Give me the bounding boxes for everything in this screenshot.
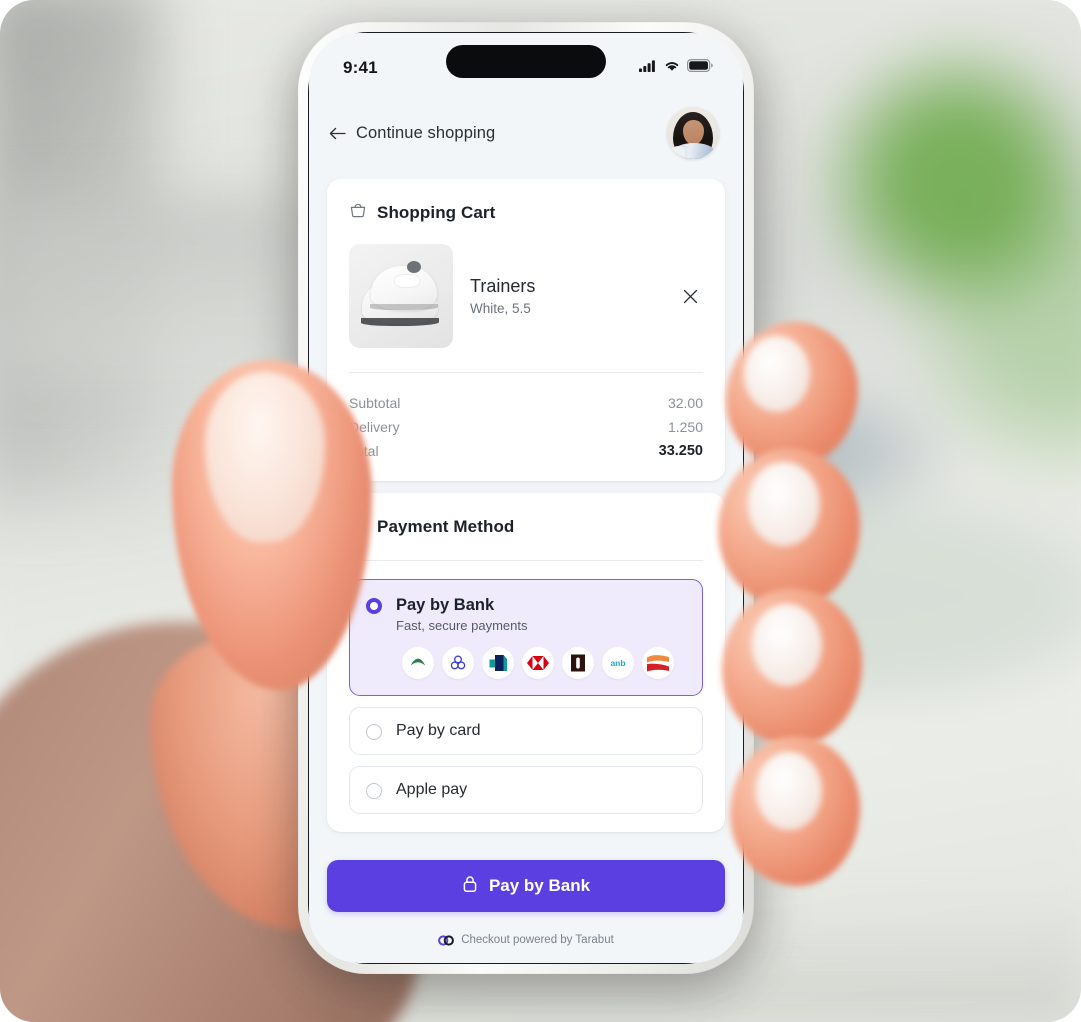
background-shelf	[0, 200, 300, 380]
status-bar: 9:41	[309, 33, 743, 89]
battery-icon	[687, 59, 713, 77]
dynamic-island	[446, 45, 606, 78]
product-info: Trainers White, 5.5	[470, 276, 660, 316]
shopping-cart-card: Shopping Cart Trainers White, 5.5 Subtot…	[327, 179, 725, 481]
wifi-icon	[664, 59, 680, 77]
totals-row-delivery: Delivery 1.250	[349, 415, 703, 439]
apple-pay-label: Apple pay	[396, 781, 468, 798]
radio-apple-pay[interactable]	[366, 783, 382, 799]
pay-by-bank-subtitle: Fast, secure payments	[396, 618, 528, 633]
delivery-value: 1.250	[667, 419, 703, 435]
status-bar-indicators	[639, 59, 713, 77]
subtotal-label: Subtotal	[349, 395, 401, 411]
bank-logo-row: anb	[402, 647, 686, 679]
bank-logo-alinma-bank[interactable]	[442, 647, 474, 679]
hand-finger-1-nail	[744, 336, 810, 412]
shopping-cart-title: Shopping Cart	[377, 202, 496, 222]
payment-method-title: Payment Method	[377, 516, 515, 536]
pay-by-bank-button-label: Pay by Bank	[488, 876, 591, 895]
payment-option-pay-by-card[interactable]: Pay by card	[349, 707, 703, 755]
cellular-signal-icon	[639, 59, 657, 77]
product-name: Trainers	[470, 276, 536, 296]
bank-logo-saudi-national-bank[interactable]	[482, 647, 514, 679]
radio-pay-by-bank[interactable]	[366, 598, 382, 614]
shopping-basket-icon	[349, 201, 367, 224]
footer-text: Checkout powered by Tarabut	[461, 934, 614, 946]
bank-logo-riyad-bank[interactable]	[562, 647, 594, 679]
subtotal-value: 32.00	[667, 395, 703, 411]
lock-icon	[462, 875, 478, 898]
payment-method-card: Payment Method Pay by Bank Fast, secure …	[327, 493, 725, 832]
bank-logo-arab-national-bank[interactable]: anb	[602, 647, 634, 679]
totals-row-total: Total 33.250	[349, 439, 703, 463]
tarabut-logo	[438, 934, 455, 946]
checkout-footer: Checkout powered by Tarabut	[309, 912, 743, 963]
cart-item: Trainers White, 5.5	[349, 224, 703, 348]
cta-container: Pay by Bank	[309, 844, 743, 912]
product-image	[349, 244, 453, 348]
top-nav: Continue shopping	[309, 89, 743, 179]
hand-thumb-nail	[205, 372, 325, 542]
totals-row-subtotal: Subtotal 32.00	[349, 391, 703, 415]
pay-by-bank-button[interactable]: Pay by Bank	[327, 860, 725, 912]
checkout-content: Shopping Cart Trainers White, 5.5 Subtot…	[309, 179, 743, 963]
bank-logo-al-rajhi-bank[interactable]	[402, 647, 434, 679]
shopping-cart-header: Shopping Cart	[349, 201, 703, 224]
pay-by-card-label: Pay by card	[396, 722, 481, 739]
payment-option-pay-by-bank[interactable]: Pay by Bank Fast, secure payments anb	[349, 579, 703, 696]
payment-option-apple-pay[interactable]: Apple pay	[349, 766, 703, 814]
payment-divider	[349, 560, 703, 561]
total-value: 33.250	[658, 443, 703, 459]
cart-divider	[349, 372, 703, 373]
bank-logo-sab-bank[interactable]	[522, 647, 554, 679]
product-variant: White, 5.5	[470, 301, 531, 316]
bank-logo-bank-albilad[interactable]	[642, 647, 674, 679]
arrow-left-icon	[329, 127, 346, 140]
pay-by-bank-label: Pay by Bank	[396, 596, 495, 614]
hand-finger-2-nail	[748, 462, 820, 546]
avatar[interactable]	[667, 107, 719, 159]
continue-shopping-button[interactable]: Continue shopping	[329, 124, 495, 143]
radio-pay-by-card[interactable]	[366, 724, 382, 740]
hand-finger-3-nail	[752, 604, 822, 686]
status-bar-clock: 9:41	[343, 58, 378, 77]
remove-item-button[interactable]	[677, 283, 703, 309]
svg-text:anb: anb	[610, 658, 625, 668]
close-icon	[683, 289, 697, 303]
continue-shopping-label: Continue shopping	[356, 123, 496, 142]
phone-screen: 9:41 Continue shopping Shopping Cart Tra…	[309, 33, 743, 963]
payment-method-header: Payment Method	[349, 515, 703, 538]
screenshot-stage: 9:41 Continue shopping Shopping Cart Tra…	[0, 0, 1081, 1022]
hand-finger-4-nail	[756, 752, 822, 830]
